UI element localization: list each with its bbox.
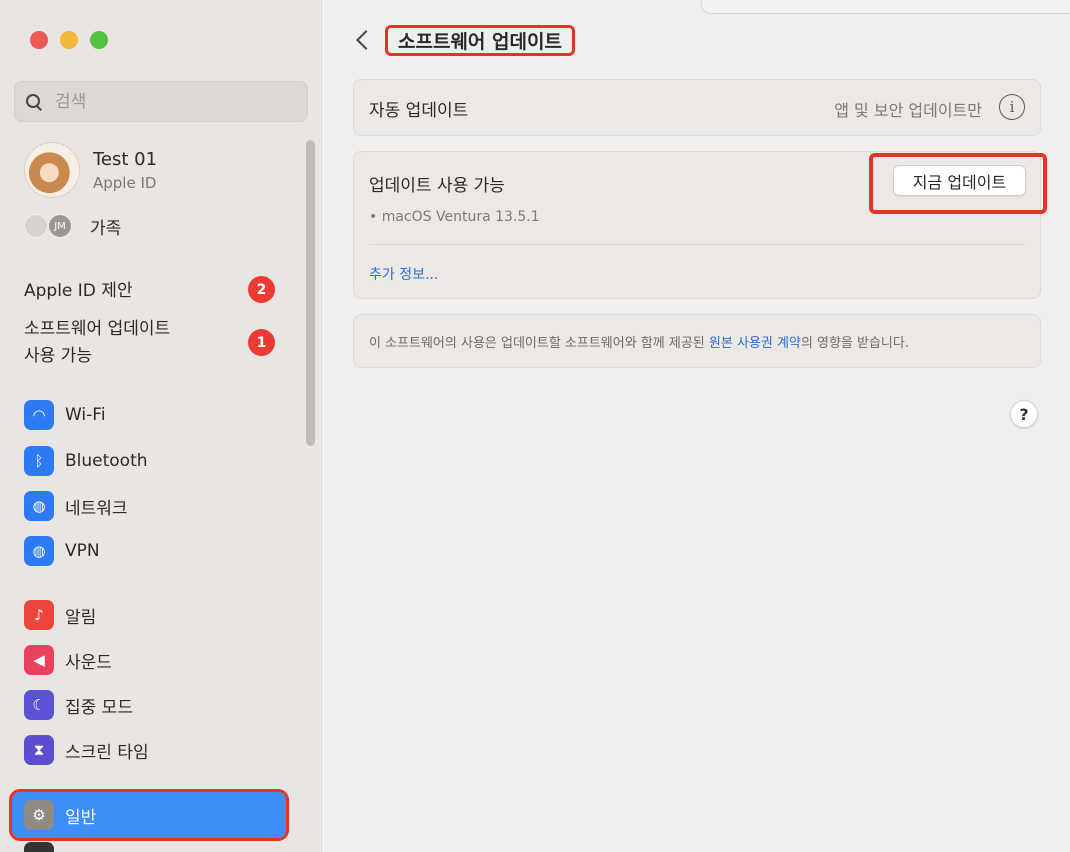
auto-update-label: 자동 업데이트 [369,101,469,121]
sidebar-item-vpn[interactable]: ◍ VPN [24,534,100,568]
divider [369,244,1025,245]
auto-update-value: 앱 및 보안 업데이트만 [834,101,982,120]
license-agreement-link[interactable]: 원본 사용권 계약 [709,336,801,351]
vpn-globe-icon: ◍ [24,536,54,566]
profile-subtitle: Apple ID [93,173,157,192]
sidebar: Test 01 Apple ID JM 가족 Apple ID 제안 2 소프트… [0,0,322,852]
sidebar-item-label: 집중 모드 [65,697,133,718]
sidebar-item-label: VPN [65,541,100,561]
update-version: • macOS Ventura 13.5.1 [369,209,540,225]
moon-icon: ☾ [24,690,54,720]
window-frame-edge [701,0,1070,14]
main-pane: 소프트웨어 업데이트 자동 업데이트 앱 및 보안 업데이트만 i 업데이트 사… [323,0,1070,852]
family-label: 가족 [90,218,122,239]
wifi-icon: ◠ [24,400,54,430]
license-text-before: 이 소프트웨어의 사용은 업데이트할 소프트웨어와 함께 제공된 [369,336,709,351]
bell-icon: ♪ [24,600,54,630]
apple-id-suggestions-label: Apple ID 제안 [24,281,133,301]
sidebar-item-label: 네트워크 [65,498,128,519]
sidebar-item-focus[interactable]: ☾ 집중 모드 [24,688,133,722]
minimize-button[interactable] [60,31,78,49]
family-avatar [24,214,48,238]
license-text-after: 의 영향을 받습니다. [800,336,909,351]
update-now-button[interactable]: 지금 업데이트 [893,165,1026,196]
speaker-icon: ◀ [24,645,54,675]
sidebar-item-label: 알림 [65,607,97,628]
sidebar-item-general[interactable]: ⚙ 일반 [24,798,96,832]
software-update-label-line2: 사용 가능 [24,346,92,366]
sidebar-item-software-update-available[interactable]: 소프트웨어 업데이트 사용 가능 [24,316,170,370]
software-update-label-line1: 소프트웨어 업데이트 [24,319,171,339]
help-button[interactable]: ? [1010,400,1038,428]
hourglass-icon: ⧗ [24,735,54,765]
apple-id-suggestions-badge: 2 [248,276,275,303]
sidebar-item-screen-time[interactable]: ⧗ 스크린 타임 [24,733,149,767]
sidebar-item-bluetooth[interactable]: ᛒ Bluetooth [24,444,148,478]
info-icon[interactable]: i [999,94,1025,120]
sidebar-item-label: Wi-Fi [65,405,106,425]
page-title: 소프트웨어 업데이트 [398,31,562,53]
sidebar-item-apple-id-suggestions[interactable]: Apple ID 제안 [24,276,133,301]
system-settings-window: Test 01 Apple ID JM 가족 Apple ID 제안 2 소프트… [0,0,1070,852]
sidebar-item-wifi[interactable]: ◠ Wi-Fi [24,398,106,432]
avatar [24,142,80,198]
sidebar-item-notifications[interactable]: ♪ 알림 [24,598,96,632]
sidebar-item-label: 스크린 타임 [65,742,149,763]
sidebar-item-network[interactable]: ◍ 네트워크 [24,489,128,523]
zoom-button[interactable] [90,31,108,49]
sidebar-item-label: Bluetooth [65,451,148,471]
more-info-link[interactable]: 추가 정보... [369,264,438,284]
apple-id-profile[interactable]: Test 01 Apple ID [24,142,157,198]
search-input[interactable] [55,91,285,112]
gear-icon: ⚙ [24,800,54,830]
sidebar-scrollbar[interactable] [306,140,315,446]
sidebar-item-partial[interactable] [24,842,54,852]
sidebar-item-label: 일반 [65,807,97,828]
title-highlight: 소프트웨어 업데이트 [385,25,575,56]
license-notice: 이 소프트웨어의 사용은 업데이트할 소프트웨어와 함께 제공된 원본 사용권 … [353,314,1041,368]
software-update-badge: 1 [248,329,275,356]
close-button[interactable] [30,31,48,49]
family-avatars: JM [24,212,78,240]
license-text: 이 소프트웨어의 사용은 업데이트할 소프트웨어와 함께 제공된 원본 사용권 … [369,332,909,351]
search-field[interactable] [14,81,308,122]
auto-update-row[interactable]: 자동 업데이트 앱 및 보안 업데이트만 i [353,79,1041,136]
family-avatar-initials: JM [48,214,72,238]
profile-name: Test 01 [93,148,158,170]
bluetooth-icon: ᛒ [24,446,54,476]
sidebar-item-family[interactable]: JM 가족 [24,212,121,240]
update-available-label: 업데이트 사용 가능 [369,176,505,196]
sidebar-item-label: 사운드 [65,652,112,673]
back-chevron-icon[interactable] [353,26,375,54]
sidebar-item-sound[interactable]: ◀ 사운드 [24,643,112,677]
window-controls [30,31,108,49]
search-icon [25,93,43,111]
globe-icon: ◍ [24,491,54,521]
